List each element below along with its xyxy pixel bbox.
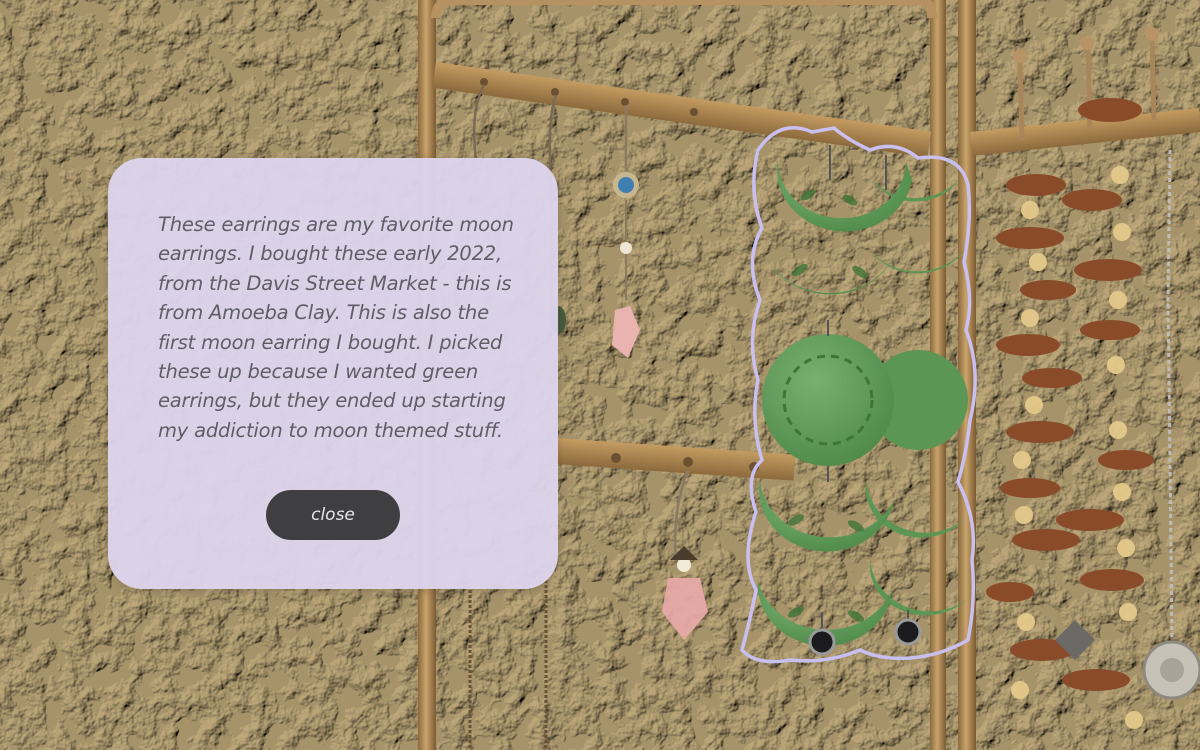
earring-description-popup: These earrings are my favorite moon earr… [108,158,558,589]
earring-description-text: These earrings are my favorite moon earr… [158,213,514,442]
close-button[interactable]: close [266,490,400,540]
